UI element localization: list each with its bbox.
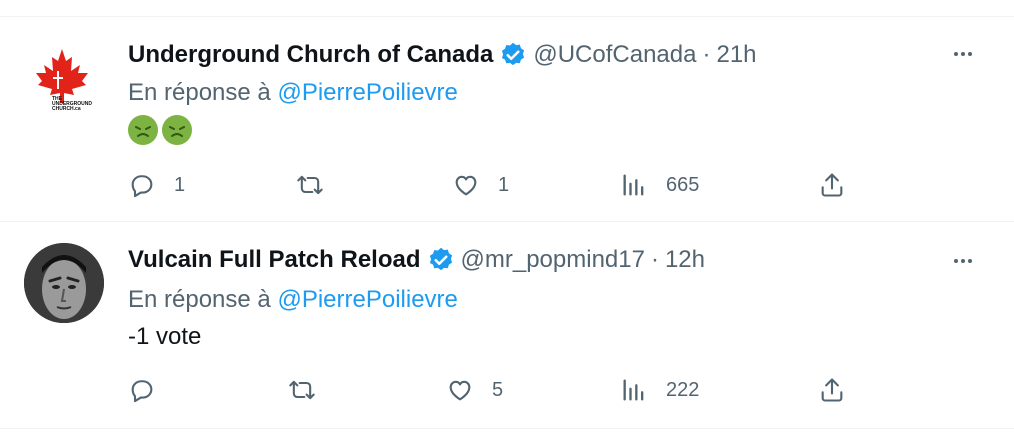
avatar-mr-popmind17[interactable] (24, 243, 104, 323)
tweet-header: Underground Church of Canada @UCofCanada… (128, 41, 757, 69)
reply-context: En réponse à @PierrePoilievre (128, 286, 458, 314)
reply-count: 1 (174, 173, 186, 196)
verified-badge-icon (429, 247, 452, 271)
like-button[interactable]: 5 (446, 370, 503, 410)
nauseated-face-icon (162, 115, 192, 145)
author-handle[interactable]: @mr_popmind17 (461, 246, 645, 274)
separator-dot: · (650, 246, 659, 273)
reply-button[interactable] (128, 370, 174, 410)
tweet-time[interactable]: 21h (716, 41, 756, 69)
tweet-header: Vulcain Full Patch Reload @mr_popmind17 … (128, 246, 705, 274)
retweet-button[interactable] (296, 165, 342, 205)
like-icon (455, 175, 477, 196)
views-icon (623, 174, 644, 196)
like-count: 5 (492, 378, 504, 401)
more-button[interactable] (948, 39, 978, 69)
reply-prefix: En réponse à (128, 286, 271, 313)
reply-context: En réponse à @PierrePoilievre (128, 79, 458, 107)
views-icon (623, 379, 644, 401)
avatar-logo-text: THE UNDERGROUND CHURCH.ca (52, 96, 92, 112)
avatar-photo (24, 243, 104, 323)
views-button[interactable]: 222 (620, 370, 699, 410)
reply-icon (131, 175, 153, 198)
retweet-icon (297, 175, 323, 195)
like-button[interactable]: 1 (452, 165, 509, 205)
tweet-actions: 5 222 (128, 370, 888, 410)
nauseated-face-icon (128, 115, 158, 145)
like-count: 1 (498, 173, 510, 196)
reply-button[interactable]: 1 (128, 165, 185, 205)
tweet-text (128, 115, 196, 145)
like-icon (449, 380, 471, 401)
more-icon (954, 52, 972, 56)
reply-mention-link[interactable]: @PierrePoilievre (277, 79, 457, 106)
tweet-2[interactable]: Vulcain Full Patch Reload @mr_popmind17 … (0, 222, 1014, 428)
more-icon (954, 259, 972, 263)
author-handle[interactable]: @UCofCanada (533, 41, 696, 69)
tweet-text: -1 vote (128, 323, 202, 350)
author-name[interactable]: Vulcain Full Patch Reload (128, 246, 421, 274)
bottom-divider (0, 428, 1014, 429)
author-name[interactable]: Underground Church of Canada (128, 41, 493, 69)
share-button[interactable] (818, 165, 846, 205)
tweet-time[interactable]: 12h (665, 246, 705, 274)
share-icon (821, 173, 843, 197)
retweet-icon (289, 380, 315, 400)
avatar-ucofcanada[interactable]: THE UNDERGROUND CHURCH.ca (22, 41, 102, 121)
reply-mention-link[interactable]: @PierrePoilievre (277, 286, 457, 313)
tweet-1[interactable]: THE UNDERGROUND CHURCH.ca Underground Ch… (0, 17, 1014, 221)
verified-badge-icon (502, 42, 525, 66)
views-button[interactable]: 665 (620, 165, 699, 205)
views-count: 665 (666, 173, 700, 196)
reply-prefix: En réponse à (128, 79, 271, 106)
views-count: 222 (666, 378, 700, 401)
share-icon (821, 378, 843, 402)
reply-icon (131, 380, 153, 403)
share-button[interactable] (818, 370, 846, 410)
more-button[interactable] (948, 246, 978, 276)
tweet-actions: 1 1 665 (128, 165, 888, 205)
separator-dot: · (702, 41, 711, 68)
retweet-button[interactable] (288, 370, 334, 410)
